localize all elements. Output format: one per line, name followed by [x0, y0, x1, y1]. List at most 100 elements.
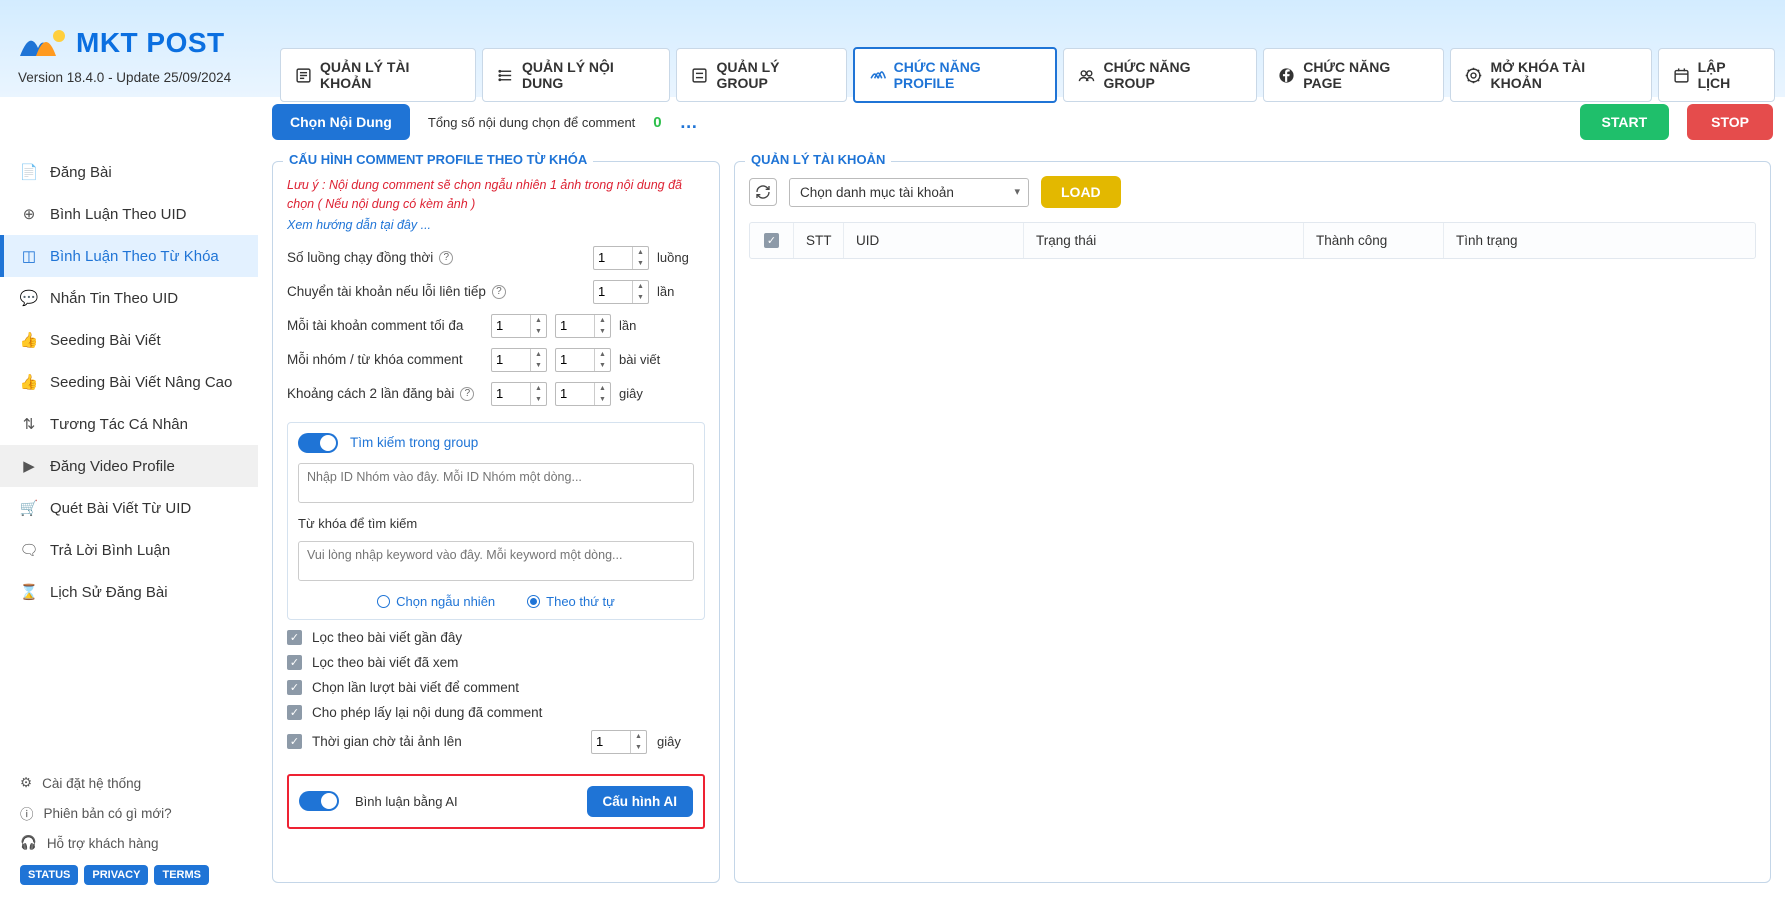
- refresh-button[interactable]: [749, 178, 777, 206]
- sidebar-item-scrape[interactable]: 🛒Quét Bài Viết Từ UID: [0, 487, 258, 529]
- tab-accounts[interactable]: QUẢN LÝ TÀI KHOẢN: [280, 48, 476, 102]
- ai-toggle[interactable]: [299, 791, 339, 811]
- search-group-toggle[interactable]: [298, 433, 338, 453]
- privacy-badge[interactable]: PRIVACY: [84, 865, 148, 885]
- help-icon[interactable]: ?: [460, 387, 474, 401]
- maxcmt-max-input[interactable]: ▲▼: [555, 314, 611, 338]
- support-icon: 🎧: [20, 835, 37, 851]
- checkbox[interactable]: ✓: [287, 630, 302, 645]
- comment-uid-icon: ⊕: [20, 205, 38, 223]
- tab-unlock[interactable]: MỞ KHÓA TÀI KHOẢN: [1450, 48, 1651, 102]
- threads-input[interactable]: ▲▼: [593, 246, 649, 270]
- brand-name: MKT POST: [76, 29, 225, 57]
- changelog-link[interactable]: ⓘPhiên bản có gì mới?: [20, 797, 238, 829]
- select-all-checkbox[interactable]: ✓: [764, 233, 779, 248]
- help-icon[interactable]: ?: [492, 285, 506, 299]
- gap-min-input[interactable]: ▲▼: [491, 382, 547, 406]
- sidebar-label: Tương Tác Cá Nhân: [50, 416, 188, 433]
- footer-label: Hỗ trợ khách hàng: [47, 836, 159, 851]
- logo: MKT POST: [18, 26, 252, 60]
- gear-icon: ⚙: [20, 775, 32, 791]
- load-button[interactable]: LOAD: [1041, 176, 1121, 208]
- ai-config-box: Bình luận bằng AI Cấu hình AI: [287, 774, 705, 829]
- sidebar-label: Nhắn Tin Theo UID: [50, 290, 178, 307]
- gap-max-input[interactable]: ▲▼: [555, 382, 611, 406]
- accounts-panel: QUẢN LÝ TÀI KHOẢN Chọn danh mục tài khoả…: [734, 161, 1771, 883]
- spin-up-icon[interactable]: ▲: [633, 247, 648, 258]
- imgwait-label: Thời gian chờ tải ảnh lên: [312, 734, 462, 749]
- version-label: Version 18.4.0 - Update 25/09/2024: [18, 70, 252, 85]
- sidebar-item-comment-uid[interactable]: ⊕Bình Luận Theo UID: [0, 193, 258, 235]
- settings-link[interactable]: ⚙Cài đặt hệ thống: [20, 769, 238, 797]
- sidebar-item-history[interactable]: ⌛Lịch Sử Đăng Bài: [0, 571, 258, 613]
- sidebar-label: Lịch Sử Đăng Bài: [50, 584, 168, 601]
- content-columns: CẤU HÌNH COMMENT PROFILE THEO TỪ KHÓA Lư…: [258, 147, 1785, 897]
- switch-label: Chuyển tài khoản nếu lỗi liên tiếp: [287, 284, 486, 299]
- config-fields: Số luồng chạy đồng thời? ▲▼ luồng Chuyển…: [287, 246, 705, 829]
- threads-label: Số luồng chạy đồng thời: [287, 250, 433, 265]
- sidebar-item-post[interactable]: 📄 Đăng Bài: [0, 151, 258, 193]
- tab-content[interactable]: QUẢN LÝ NỘI DUNG: [482, 48, 670, 102]
- terms-badge[interactable]: TERMS: [154, 865, 209, 885]
- pergrp-max-input[interactable]: ▲▼: [555, 348, 611, 372]
- radio-order[interactable]: Theo thứ tự: [527, 594, 615, 609]
- sidebar-item-seeding[interactable]: 👍Seeding Bài Viết: [0, 319, 258, 361]
- col-status: Trạng thái: [1024, 223, 1304, 258]
- start-button[interactable]: START: [1580, 104, 1670, 140]
- sidebar-item-reply[interactable]: 🗨Trả Lời Bình Luận: [0, 529, 258, 571]
- sidebar-label: Seeding Bài Viết: [50, 332, 161, 349]
- switch-input[interactable]: ▲▼: [593, 280, 649, 304]
- group-id-input[interactable]: [298, 463, 694, 503]
- sidebar-label: Đăng Video Profile: [50, 458, 175, 475]
- keyword-input[interactable]: [298, 541, 694, 581]
- sidebar-item-message-uid[interactable]: 💬 Nhắn Tin Theo UID: [0, 277, 258, 319]
- sidebar: 📄 Đăng Bài ⊕Bình Luận Theo UID ◫Bình Luận…: [0, 147, 258, 897]
- post-icon: 📄: [20, 163, 38, 181]
- sidebar-label: Seeding Bài Viết Nâng Cao: [50, 374, 232, 391]
- account-category-select[interactable]: Chọn danh mục tài khoản: [789, 178, 1029, 207]
- spin-down-icon[interactable]: ▼: [633, 258, 648, 269]
- config-panel: CẤU HÌNH COMMENT PROFILE THEO TỪ KHÓA Lư…: [272, 161, 720, 883]
- status-badge[interactable]: STATUS: [20, 865, 78, 885]
- tab-label: CHỨC NĂNG GROUP: [1103, 59, 1242, 91]
- tab-label: QUẢN LÝ NỘI DUNG: [522, 59, 655, 91]
- checkbox[interactable]: ✓: [287, 734, 302, 749]
- seeding-adv-icon: 👍: [20, 373, 38, 391]
- sidebar-item-comment-kw[interactable]: ◫Bình Luận Theo Từ Khóa: [0, 235, 258, 277]
- checkbox[interactable]: ✓: [287, 705, 302, 720]
- pergrp-min-input[interactable]: ▲▼: [491, 348, 547, 372]
- col-state: Tình trạng: [1444, 223, 1755, 258]
- brand-block: MKT POST Version 18.4.0 - Update 25/09/2…: [0, 0, 270, 97]
- sidebar-footer: ⚙Cài đặt hệ thống ⓘPhiên bản có gì mới? …: [0, 761, 258, 897]
- sidebar-item-video[interactable]: ▶Đăng Video Profile: [0, 445, 258, 487]
- search-group-panel: Tìm kiếm trong group Từ khóa để tìm kiếm…: [287, 422, 705, 620]
- help-icon[interactable]: ?: [439, 251, 453, 265]
- ai-config-button[interactable]: Cấu hình AI: [587, 786, 694, 817]
- tab-schedule[interactable]: LẬP LỊCH: [1658, 48, 1775, 102]
- tab-profile-fn[interactable]: CHỨC NĂNG PROFILE: [853, 47, 1058, 103]
- checkbox[interactable]: ✓: [287, 655, 302, 670]
- choose-content-button[interactable]: Chọn Nội Dung: [272, 104, 410, 140]
- imgwait-input[interactable]: ▲▼: [591, 730, 647, 754]
- radio-random[interactable]: Chọn ngẫu nhiên: [377, 594, 495, 609]
- config-guide-link[interactable]: Xem hướng dẫn tại đây ...: [287, 218, 705, 232]
- tab-groups[interactable]: QUẢN LÝ GROUP: [676, 48, 846, 102]
- maxcmt-min-input[interactable]: ▲▼: [491, 314, 547, 338]
- tab-group-fn[interactable]: CHỨC NĂNG GROUP: [1063, 48, 1257, 102]
- checkbox[interactable]: ✓: [287, 680, 302, 695]
- sidebar-item-interact[interactable]: ⇅Tương Tác Cá Nhân: [0, 403, 258, 445]
- message-icon: 💬: [20, 289, 38, 307]
- sidebar-label: Trả Lời Bình Luận: [50, 542, 170, 559]
- header: MKT POST Version 18.4.0 - Update 25/09/2…: [0, 0, 1785, 97]
- unit-label: bài viết: [619, 352, 667, 367]
- stop-button[interactable]: STOP: [1687, 104, 1773, 140]
- sidebar-label: Đăng Bài: [50, 164, 112, 181]
- sidebar-item-seeding-adv[interactable]: 👍 Seeding Bài Viết Nâng Cao: [0, 361, 258, 403]
- more-icon[interactable]: …: [680, 112, 698, 133]
- row-gap: Khoảng cách 2 lần đăng bài? ▲▼ ▲▼ giây: [287, 382, 705, 406]
- tab-page-fn[interactable]: CHỨC NĂNG PAGE: [1263, 48, 1444, 102]
- accounts-toolbar: Chọn danh mục tài khoản LOAD: [749, 176, 1756, 208]
- support-link[interactable]: 🎧 Hỗ trợ khách hàng: [20, 829, 238, 857]
- radio-label: Chọn ngẫu nhiên: [396, 594, 495, 609]
- footer-label: Phiên bản có gì mới?: [44, 806, 172, 821]
